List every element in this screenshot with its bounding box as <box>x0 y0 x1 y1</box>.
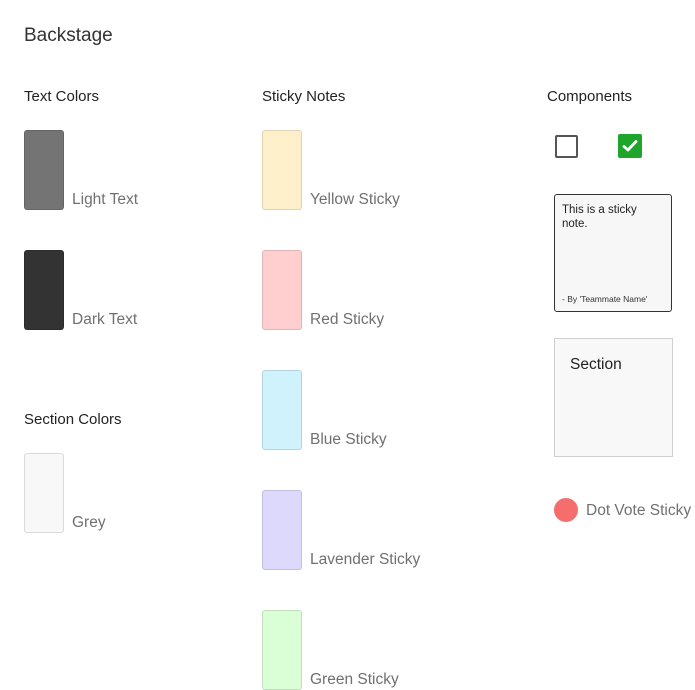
sticky-note-author: - By 'Teammate Name' <box>562 294 648 304</box>
dot-vote-sticky[interactable] <box>554 498 578 522</box>
grey-label: Grey <box>72 514 106 531</box>
yellow-sticky-swatch <box>262 130 302 210</box>
section-card-title: Section <box>570 356 622 373</box>
components-heading: Components <box>547 88 633 105</box>
checkmark-icon <box>622 140 638 152</box>
yellow-sticky-label: Yellow Sticky <box>310 191 400 208</box>
lavender-sticky-label: Lavender Sticky <box>310 551 421 568</box>
light-text-swatch <box>24 130 64 210</box>
lavender-sticky-swatch <box>262 490 302 570</box>
blue-sticky-swatch <box>262 370 302 450</box>
checkbox-checked[interactable] <box>618 134 642 158</box>
checkbox-unchecked[interactable] <box>555 135 578 158</box>
dark-text-label: Dark Text <box>72 311 138 328</box>
green-sticky-swatch <box>262 610 302 690</box>
blue-sticky-label: Blue Sticky <box>310 431 387 448</box>
backstage-page: Backstage Text Colors Light Text Dark Te… <box>0 0 695 690</box>
sticky-note-card[interactable]: This is a sticky note. - By 'Teammate Na… <box>554 194 672 312</box>
sticky-notes-heading: Sticky Notes <box>262 88 346 105</box>
dark-text-swatch <box>24 250 64 330</box>
light-text-label: Light Text <box>72 191 139 208</box>
green-sticky-label: Green Sticky <box>310 671 399 688</box>
section-card[interactable]: Section <box>554 338 673 457</box>
dot-vote-label: Dot Vote Sticky <box>586 502 692 519</box>
text-colors-heading: Text Colors <box>24 88 100 105</box>
page-title: Backstage <box>24 25 113 46</box>
red-sticky-swatch <box>262 250 302 330</box>
grey-swatch <box>24 453 64 533</box>
red-sticky-label: Red Sticky <box>310 311 385 328</box>
section-colors-heading: Section Colors <box>24 411 122 428</box>
sticky-note-text: This is a sticky note. <box>562 204 637 230</box>
